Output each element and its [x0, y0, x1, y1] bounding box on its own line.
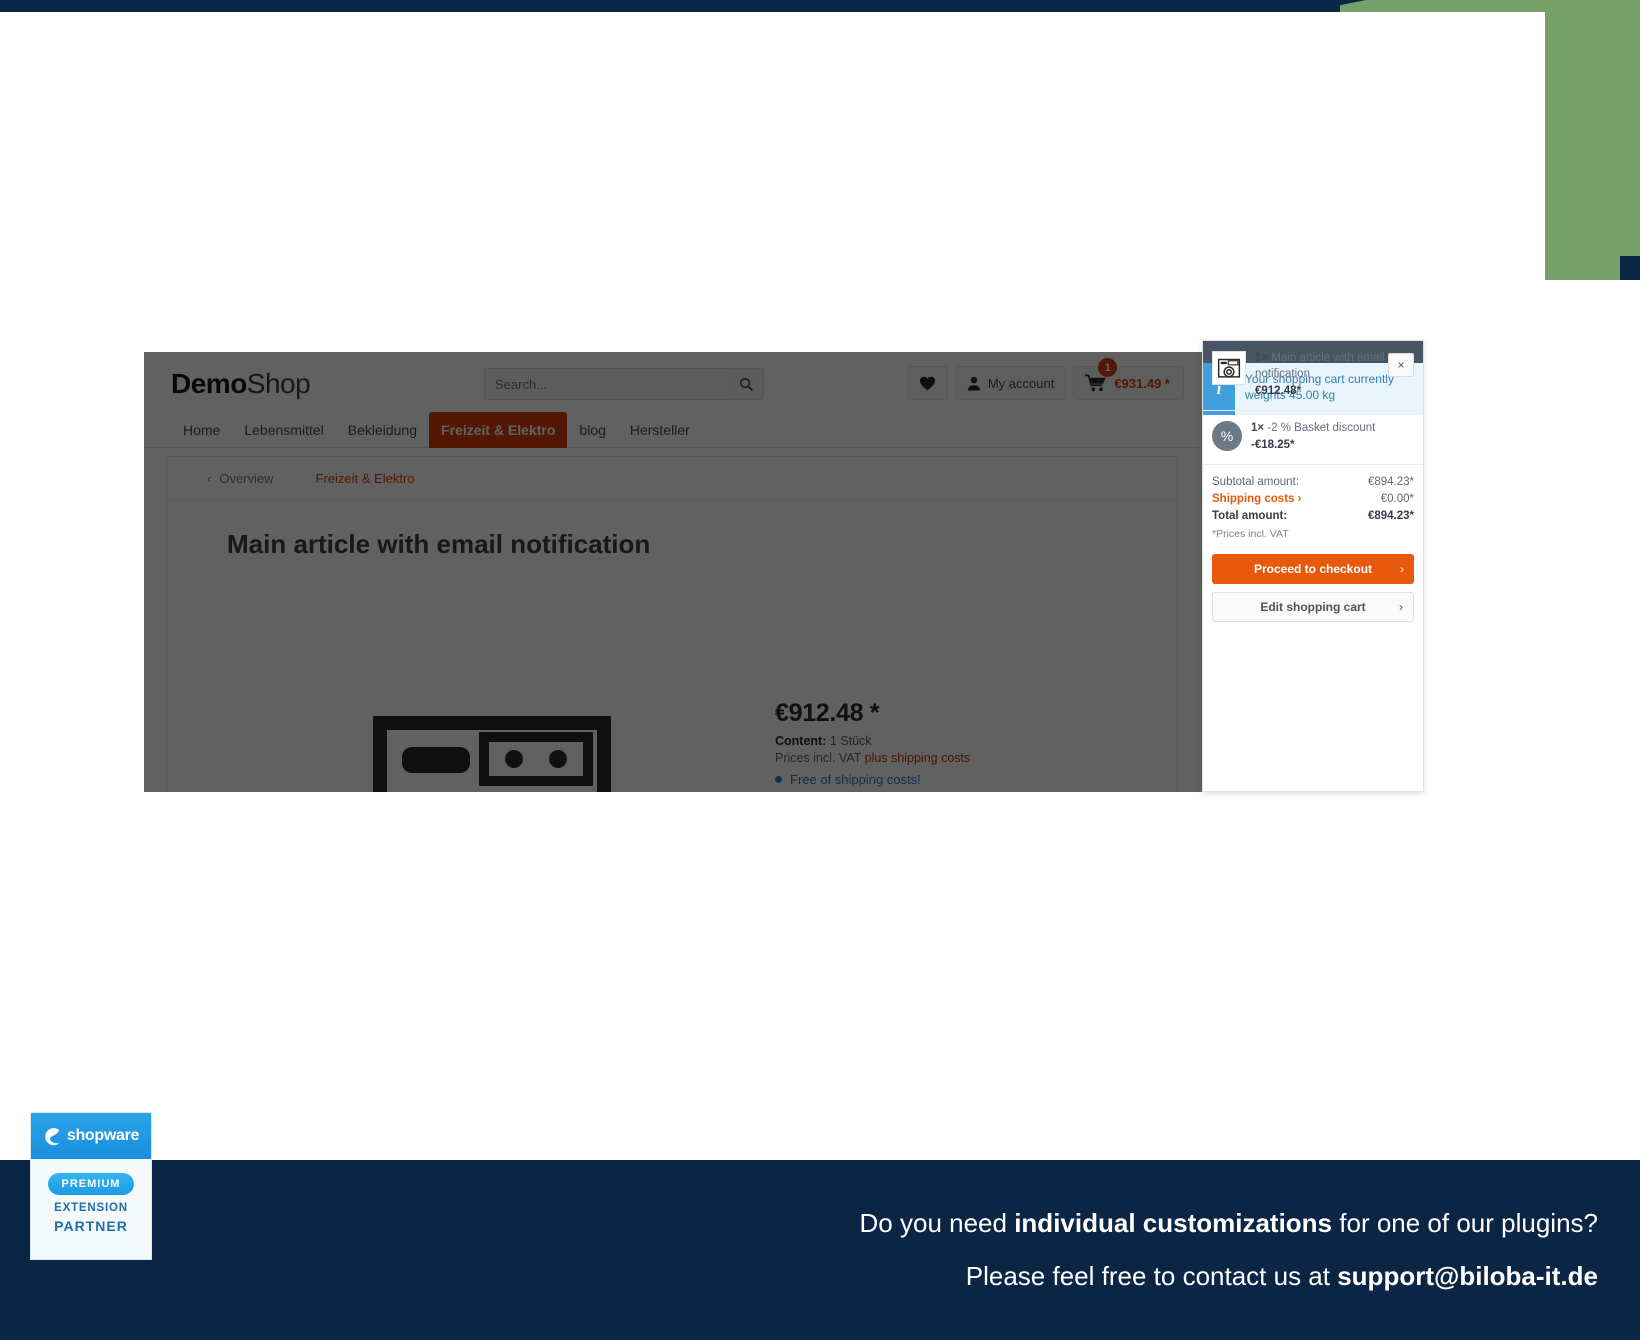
washing-machine-product-image[interactable]	[362, 715, 622, 792]
cart-total-value: €894.23*	[1367, 510, 1414, 523]
search-input[interactable]	[495, 369, 710, 399]
free-shipping-note: Free of shipping costs!	[775, 772, 1150, 787]
cart-item-quantity: 1×	[1255, 352, 1269, 364]
product-content-label: Content:	[775, 734, 827, 748]
banner-line1-part-a: Do you need	[859, 1208, 1015, 1238]
logo-light-part: Shop	[246, 368, 311, 399]
product-content-line: Content: 1 Stück	[775, 734, 1150, 748]
cart-vat-note: *Prices incl. VAT	[1212, 528, 1289, 541]
product-detail-card: ‹ Overview Freizeit & Elektro Main artic…	[166, 456, 1178, 792]
percent-icon: %	[1212, 420, 1242, 451]
nav-item-freizeit-elektro[interactable]: Freizeit & Elektro	[429, 412, 568, 448]
product-title: Main article with email notification	[227, 529, 651, 559]
cart-discount-details: 1× -2 % Basket discount -€18.25*	[1242, 421, 1414, 454]
decor-navy-top-bar	[0, 0, 1340, 12]
wishlist-button[interactable]	[906, 366, 948, 400]
shop-main-navigation: Home Lebensmittel Bekleidung Freizeit & …	[144, 412, 1200, 448]
cart-item-remove-button[interactable]: ×	[1388, 353, 1414, 377]
status-dot-icon	[775, 776, 782, 783]
my-account-label: My account	[987, 375, 1055, 391]
cart-button[interactable]: 1 €931.49 *	[1073, 358, 1184, 400]
cart-subtotal-label: Subtotal amount:	[1212, 475, 1299, 488]
banner-line-1: Do you need individual customizations fo…	[860, 1208, 1598, 1239]
cart-icon	[1085, 374, 1106, 392]
washing-machine-icon	[1217, 358, 1241, 378]
cart-item-thumbnail[interactable]	[1212, 351, 1246, 385]
cart-item-count-badge: 1	[1098, 358, 1118, 377]
chevron-left-icon: ‹	[207, 471, 212, 486]
cart-action-buttons: Proceed to checkout › Edit shopping cart…	[1203, 546, 1423, 632]
cart-discount-quantity: 1×	[1251, 421, 1265, 434]
product-content-value: 1 Stück	[829, 734, 872, 748]
search-icon	[739, 377, 753, 391]
breadcrumb-overview[interactable]: ‹ Overview	[207, 471, 274, 486]
cart-discount-row: % 1× -2 % Basket discount -€18.25*	[1203, 411, 1423, 465]
shopping-cart-flyout: i Your shopping cart currently weights 4…	[1202, 340, 1424, 792]
product-shipping-link[interactable]: plus shipping costs	[865, 751, 971, 765]
edit-shopping-cart-button[interactable]: Edit shopping cart ›	[1212, 592, 1414, 623]
header-actions: My account 1 €931.49 *	[906, 358, 1184, 400]
edit-shopping-cart-label: Edit shopping cart	[1260, 600, 1366, 615]
product-vat-text: Prices incl. VAT	[775, 751, 862, 765]
nav-item-home[interactable]: Home	[171, 412, 232, 448]
proceed-to-checkout-button[interactable]: Proceed to checkout ›	[1212, 554, 1414, 585]
cart-shipping-label: Shipping costs ›	[1212, 492, 1302, 505]
my-account-button[interactable]: My account	[954, 366, 1067, 400]
shop-header: DemoShop Search... My account 1 €931.49 …	[144, 352, 1200, 412]
heart-icon	[919, 376, 935, 390]
cart-total-row: Total amount: €894.23*	[1212, 508, 1414, 525]
breadcrumb-category[interactable]: Freizeit & Elektro	[316, 471, 415, 486]
cart-totals: Subtotal amount: €894.23* Shipping costs…	[1203, 465, 1423, 547]
free-shipping-label: Free of shipping costs!	[790, 772, 921, 787]
shopware-wordmark: shopware	[66, 1127, 140, 1144]
page-root: DemoShop Search... My account 1 €931.49 …	[0, 0, 1640, 1340]
close-icon: ×	[1397, 358, 1405, 372]
nav-item-hersteller[interactable]: Hersteller	[618, 412, 702, 448]
logo-bold-part: Demo	[171, 368, 247, 399]
nav-item-lebensmittel[interactable]: Lebensmittel	[232, 412, 335, 448]
chevron-right-icon: ›	[1400, 562, 1404, 577]
shop-logo[interactable]: DemoShop	[171, 368, 311, 400]
proceed-to-checkout-label: Proceed to checkout	[1253, 562, 1373, 577]
cart-subtotal-row: Subtotal amount: €894.23*	[1212, 474, 1414, 491]
nav-item-bekleidung[interactable]: Bekleidung	[336, 412, 429, 448]
shopware-logo-icon	[45, 1127, 60, 1145]
banner-support-email[interactable]: support@biloba-it.de	[1337, 1261, 1598, 1291]
chevron-right-icon: ›	[1399, 600, 1403, 615]
shopware-logo-bar: shopware	[31, 1113, 151, 1159]
cart-item-row: 1× Main article with email notification …	[1203, 341, 1423, 411]
cart-shipping-row[interactable]: Shipping costs › €0.00*	[1212, 491, 1414, 508]
breadcrumb-overview-label: Overview	[219, 471, 274, 486]
product-buy-box: €912.48 * Content: 1 Stück Prices incl. …	[775, 699, 1150, 792]
cart-shipping-value: €0.00*	[1380, 492, 1414, 505]
cart-total-amount: €931.49 *	[1114, 375, 1170, 391]
cart-subtotal-value: €894.23*	[1367, 475, 1414, 488]
cart-item-name[interactable]: Main article with email notification	[1255, 352, 1384, 380]
cart-item-price: €912.48*	[1255, 385, 1302, 398]
product-price: €912.48 *	[775, 699, 880, 727]
search-box[interactable]	[484, 368, 764, 400]
cart-total-label: Total amount:	[1212, 510, 1288, 523]
decor-navy-right-notch	[1620, 256, 1640, 280]
user-icon	[967, 376, 980, 390]
product-vat-line: Prices incl. VAT plus shipping costs	[775, 751, 1150, 765]
banner-line-2: Please feel free to contact us at suppor…	[966, 1261, 1598, 1292]
search-button[interactable]	[729, 369, 763, 399]
cart-discount-name: -2 % Basket discount	[1267, 421, 1376, 434]
nav-item-blog[interactable]: blog	[567, 412, 617, 448]
breadcrumb: ‹ Overview Freizeit & Elektro	[167, 457, 1177, 501]
footer-banner: Do you need individual customizations fo…	[0, 1160, 1640, 1340]
banner-line1-part-c: for one of our plugins?	[1332, 1208, 1598, 1238]
banner-line1-part-b: individual customizations	[1014, 1208, 1333, 1238]
banner-line2-part-a: Please feel free to contact us at	[965, 1261, 1338, 1291]
cart-discount-price: -€18.25*	[1251, 439, 1295, 452]
